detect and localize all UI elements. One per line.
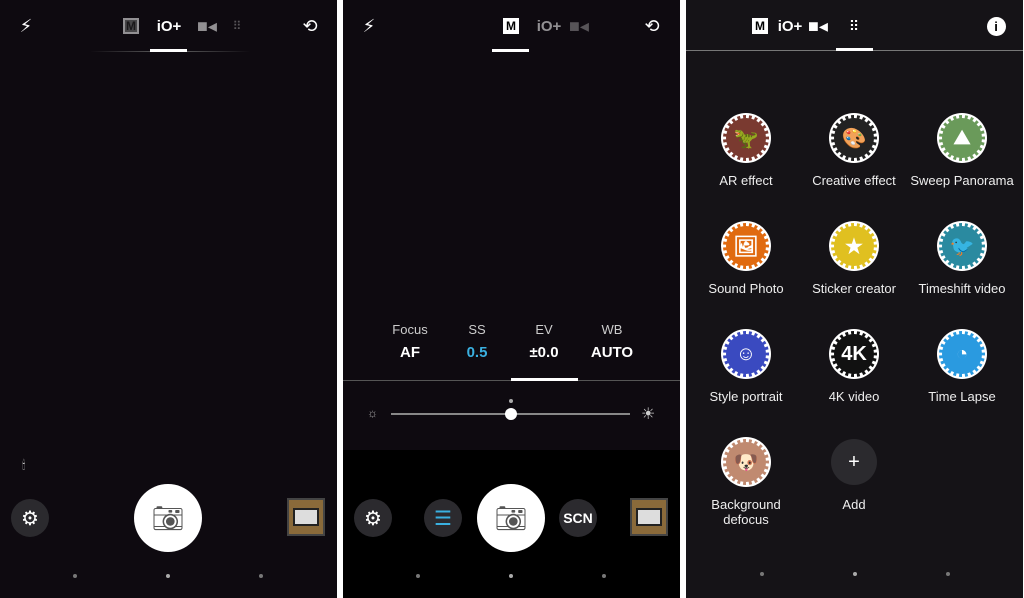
mode-intelligent-auto[interactable]: iO+: [153, 14, 185, 38]
param-wb[interactable]: WB AUTO: [577, 322, 647, 361]
nav-dot: [416, 574, 420, 578]
gallery-thumbnail[interactable]: [630, 498, 668, 536]
app-label: Sticker creator: [812, 281, 896, 296]
ar-effect-icon: 🦖: [723, 115, 769, 161]
nav-dot: [259, 574, 263, 578]
param-focus[interactable]: Focus AF: [375, 322, 445, 361]
add-icon: +: [831, 439, 877, 485]
settings-button[interactable]: ⚙: [11, 499, 49, 537]
app-label: Background defocus: [711, 497, 781, 527]
app-time-lapse[interactable]: ◔ Time Lapse: [908, 331, 1016, 404]
app-label: Style portrait: [709, 389, 783, 404]
app-timeshift-video[interactable]: 🐦 Timeshift video: [908, 223, 1016, 296]
manual-controls-button[interactable]: ☰: [424, 499, 462, 537]
app-creative-effect[interactable]: 🎨 Creative effect: [800, 115, 908, 188]
sound-photo-icon: 🖼: [723, 223, 769, 269]
app-label: AR effect: [719, 173, 773, 188]
mode-indicator: [836, 48, 873, 51]
app-background-defocus[interactable]: 🐶 Background defocus: [692, 439, 800, 527]
style-portrait-icon: ☺: [723, 331, 769, 377]
nav-dot: [166, 574, 170, 578]
app-label: Creative effect: [812, 173, 896, 188]
nav-dot: [602, 574, 606, 578]
sweep-panorama-icon: ⛰: [939, 115, 985, 161]
app-sweep-panorama[interactable]: ⛰ Sweep Panorama: [908, 115, 1016, 188]
nav-dot: [760, 572, 764, 576]
nav-dot: [946, 572, 950, 576]
app-sound-photo[interactable]: 🖼 Sound Photo: [692, 223, 800, 296]
timeshift-video-icon: 🐦: [939, 223, 985, 269]
app-4k-video[interactable]: 4K 4K video: [800, 331, 908, 404]
mode-intelligent-auto[interactable]: iO+: [774, 14, 806, 38]
creative-effect-icon: 🎨: [831, 115, 877, 161]
light-icon: 🕯︎: [22, 458, 26, 472]
mode-manual[interactable]: M: [748, 14, 772, 38]
settings-button[interactable]: ⚙: [354, 499, 392, 537]
flash-off-icon[interactable]: ⚡︎: [14, 14, 38, 38]
ev-slider-thumb[interactable]: [504, 408, 517, 420]
ev-center-mark: [509, 399, 513, 403]
info-icon[interactable]: i: [984, 14, 1008, 38]
app-label: 4K video: [828, 389, 880, 404]
app-label: Sound Photo: [708, 281, 784, 296]
nav-dot: [853, 572, 857, 576]
mode-indicator: [150, 49, 187, 52]
param-ev[interactable]: EV ±0.0: [509, 322, 579, 361]
more-modes-icon[interactable]: ⠿: [842, 14, 866, 38]
shutter-button[interactable]: 📷︎: [134, 484, 202, 552]
param-indicator: [511, 378, 578, 381]
nav-dot: [509, 574, 513, 578]
app-label: Timeshift video: [918, 281, 1006, 296]
app-label: Sweep Panorama: [910, 173, 1014, 188]
time-lapse-icon: ◔: [939, 331, 985, 377]
app-label: Add: [842, 497, 866, 512]
app-sticker-creator[interactable]: ★ Sticker creator: [800, 223, 908, 296]
camera-screen-manual: ⚡︎ M iO+ ■◂ ⟲ Focus AF SS 0.5 EV ±0.0 WB AUT…: [343, 0, 680, 598]
scene-button[interactable]: SCN: [559, 499, 597, 537]
4k-video-icon: 4K: [831, 331, 877, 377]
gallery-thumbnail[interactable]: [287, 498, 325, 536]
param-ss[interactable]: SS 0.5: [442, 322, 512, 361]
app-ar-effect[interactable]: 🦖 AR effect: [692, 115, 800, 188]
mode-intelligent-auto[interactable]: iO+: [533, 14, 565, 38]
app-add[interactable]: + Add: [800, 439, 908, 512]
mode-manual[interactable]: M: [119, 14, 143, 38]
app-label: Time Lapse: [928, 389, 996, 404]
brightness-low-icon: ☼: [367, 406, 378, 420]
video-icon[interactable]: ■◂: [195, 14, 219, 38]
mode-manual[interactable]: M: [499, 14, 523, 38]
video-icon[interactable]: ■◂: [806, 14, 830, 38]
brightness-high-icon: ☀: [641, 406, 656, 423]
switch-camera-icon[interactable]: ⟲: [640, 14, 664, 38]
switch-camera-icon[interactable]: ⟲: [298, 14, 322, 38]
mode-indicator: [492, 49, 529, 52]
app-style-portrait[interactable]: ☺ Style portrait: [692, 331, 800, 404]
sticker-creator-icon: ★: [831, 223, 877, 269]
background-defocus-icon: 🐶: [723, 439, 769, 485]
flash-off-icon[interactable]: ⚡︎: [357, 14, 381, 38]
nav-dot: [73, 574, 77, 578]
video-icon[interactable]: ■◂: [567, 14, 591, 38]
camera-screen-auto: ⚡︎ M iO+ ■◂ ⠿ ⟲ 🕯︎ ⚙ 📷︎: [0, 0, 337, 598]
more-modes-icon[interactable]: ⠿: [225, 14, 249, 38]
shutter-button[interactable]: 📷︎: [477, 484, 545, 552]
camera-apps-screen: M iO+ ■◂ ⠿ i 🦖 AR effect 🎨 Creative effect ⛰…: [686, 0, 1023, 598]
